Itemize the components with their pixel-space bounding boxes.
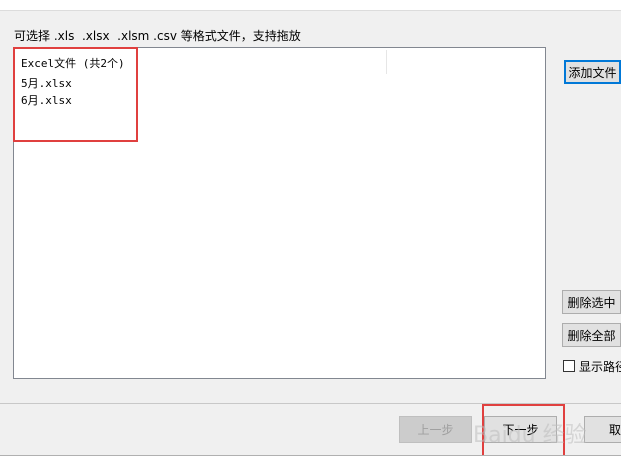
window-bottom-strip <box>0 456 621 474</box>
highlight-box-files <box>13 47 138 142</box>
delete-selected-button[interactable]: 删除选中 <box>562 290 621 314</box>
prev-button[interactable]: 上一步 <box>399 416 472 443</box>
show-path-checkbox[interactable] <box>563 360 575 372</box>
instruction-text: 可选择 .xls .xlsx .xlsm .csv 等格式文件，支持拖放 <box>14 29 301 43</box>
cancel-button[interactable]: 取消 <box>584 416 621 443</box>
watermark: Baidu 经验 <box>473 423 587 448</box>
show-path-label: 显示路径 <box>579 360 621 374</box>
delete-all-button[interactable]: 删除全部 <box>562 323 621 347</box>
add-files-button[interactable]: 添加文件 <box>564 60 621 84</box>
window-top-strip <box>0 0 621 11</box>
column-divider <box>386 50 387 74</box>
